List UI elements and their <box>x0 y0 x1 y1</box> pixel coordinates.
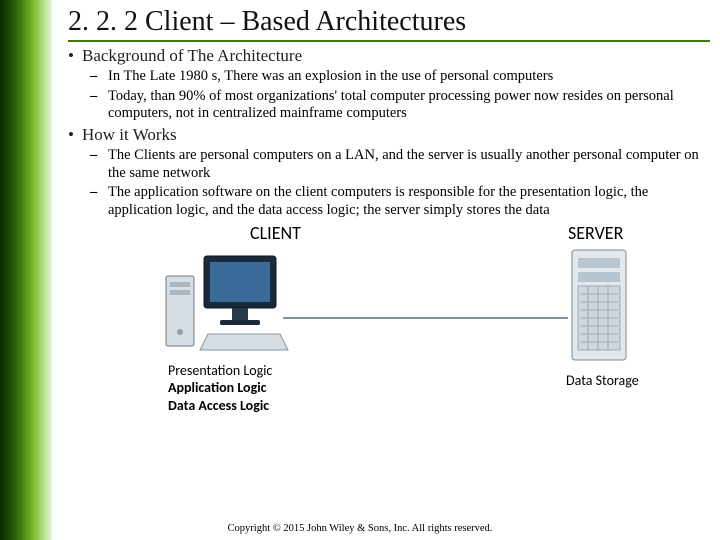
client-caption: Presentation Logic Application Logic Dat… <box>168 362 272 415</box>
caption-line: Presentation Logic <box>168 362 272 380</box>
caption-line: Data Access Logic <box>168 397 272 415</box>
sub-bullet: The application software on the client c… <box>108 184 710 219</box>
network-wire <box>283 317 568 319</box>
sub-list: The Clients are personal computers on a … <box>82 147 710 220</box>
client-label: CLIENT <box>250 222 301 244</box>
caption-line: Application Logic <box>168 379 272 397</box>
server-tower-icon <box>566 246 636 371</box>
copyright-text: Copyright © 2015 John Wiley & Sons, Inc.… <box>0 523 720 534</box>
sub-bullet: Today, than 90% of most organizations' t… <box>108 88 710 123</box>
bullet-list: Background of The Architecture In The La… <box>68 46 710 220</box>
slide-title: 2. 2. 2 Client – Based Architectures <box>68 6 710 42</box>
sub-list: In The Late 1980 s, There was an explosi… <box>82 68 710 123</box>
client-computer-icon <box>162 246 292 361</box>
bullet-background: Background of The Architecture In The La… <box>82 46 710 123</box>
bullet-howitworks: How it Works The Clients are personal co… <box>82 125 710 220</box>
sidebar-gradient <box>0 0 52 540</box>
bullet-heading: Background of The Architecture <box>82 46 302 65</box>
architecture-diagram: CLIENT SERVER <box>68 222 710 422</box>
sub-bullet: The Clients are personal computers on a … <box>108 147 710 182</box>
server-caption: Data Storage <box>566 372 639 389</box>
server-label: SERVER <box>568 222 623 244</box>
slide-content: 2. 2. 2 Client – Based Architectures Bac… <box>60 0 720 422</box>
sub-bullet: In The Late 1980 s, There was an explosi… <box>108 68 710 86</box>
bullet-heading: How it Works <box>82 125 177 144</box>
